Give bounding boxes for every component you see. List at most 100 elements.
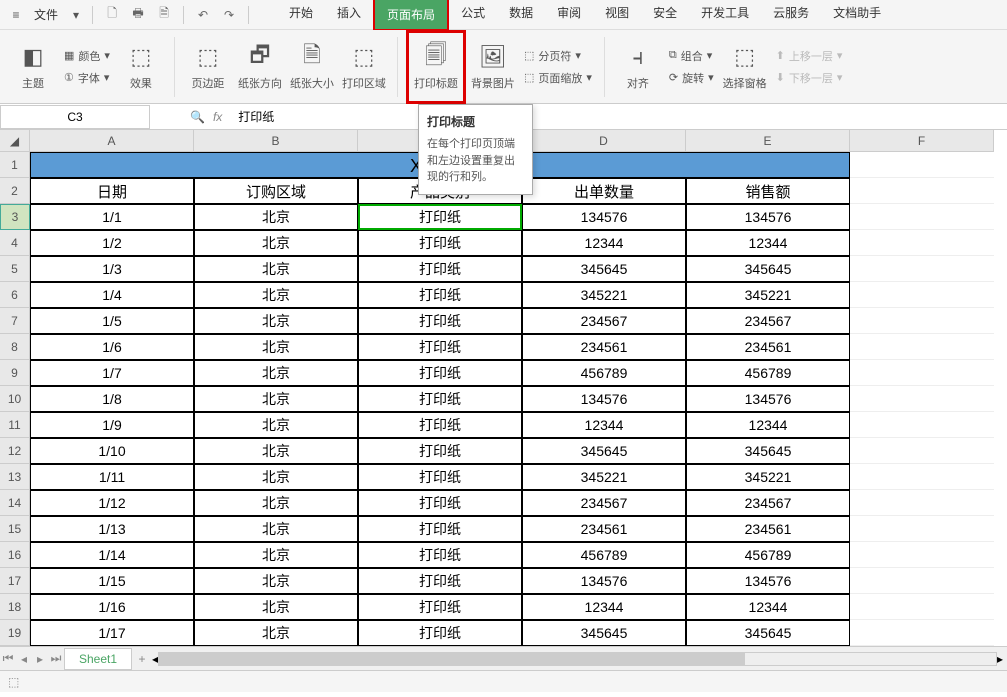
cell[interactable]: 1/17 — [30, 620, 194, 646]
bgpic-button[interactable]: 🖼背景图片 — [468, 35, 518, 99]
sheet-tab-sheet1[interactable]: Sheet1 — [64, 648, 132, 670]
col-header[interactable]: D — [522, 130, 686, 152]
selpane-button[interactable]: ⬚选择窗格 — [720, 35, 770, 99]
cell[interactable]: 134576 — [522, 386, 686, 412]
row-header[interactable]: 13 — [0, 464, 30, 490]
cell[interactable] — [850, 594, 994, 620]
cell[interactable]: 1/10 — [30, 438, 194, 464]
undo-icon[interactable]: ↶ — [192, 4, 214, 26]
tab-first-icon[interactable]: ⏮ — [0, 651, 16, 666]
cell[interactable]: 北京 — [194, 568, 358, 594]
cell[interactable] — [850, 282, 994, 308]
tab-next-icon[interactable]: ▸ — [32, 652, 48, 666]
dropdown-icon[interactable]: ▾ — [68, 7, 84, 23]
cell[interactable]: 打印纸 — [358, 412, 522, 438]
cell[interactable]: 345645 — [522, 256, 686, 282]
cell[interactable]: 北京 — [194, 464, 358, 490]
cell[interactable] — [850, 152, 994, 178]
cell[interactable]: 1/15 — [30, 568, 194, 594]
cell[interactable]: 1/11 — [30, 464, 194, 490]
cell[interactable] — [850, 360, 994, 386]
group-button[interactable]: ⧉组合▾ — [665, 46, 718, 66]
cell[interactable]: 打印纸 — [358, 334, 522, 360]
cell[interactable]: 12344 — [522, 230, 686, 256]
tab-home[interactable]: 开始 — [277, 0, 325, 31]
cell[interactable]: 12344 — [686, 230, 850, 256]
effect-button[interactable]: ⬚效果 — [116, 35, 166, 99]
cell[interactable]: 345221 — [686, 282, 850, 308]
cell[interactable]: 134576 — [686, 568, 850, 594]
cell[interactable]: 12344 — [686, 412, 850, 438]
cell[interactable]: 北京 — [194, 386, 358, 412]
cell[interactable]: 北京 — [194, 256, 358, 282]
cell[interactable]: 打印纸 — [358, 282, 522, 308]
tab-dev[interactable]: 开发工具 — [689, 0, 761, 31]
col-header[interactable]: B — [194, 130, 358, 152]
cell[interactable]: 1/13 — [30, 516, 194, 542]
col-header[interactable]: F — [850, 130, 994, 152]
cell[interactable]: 打印纸 — [358, 464, 522, 490]
cell[interactable]: 234561 — [522, 516, 686, 542]
fx-icon[interactable]: fx — [213, 110, 222, 124]
cell[interactable]: 1/16 — [30, 594, 194, 620]
cell[interactable]: 134576 — [686, 386, 850, 412]
cell[interactable]: 234561 — [522, 334, 686, 360]
cell[interactable] — [850, 464, 994, 490]
scroll-thumb[interactable] — [159, 653, 745, 665]
row-header[interactable]: 11 — [0, 412, 30, 438]
cell[interactable] — [850, 438, 994, 464]
cell[interactable]: 打印纸 — [358, 256, 522, 282]
cell[interactable]: 北京 — [194, 490, 358, 516]
row-header[interactable]: 14 — [0, 490, 30, 516]
row-header[interactable]: 19 — [0, 620, 30, 646]
tab-last-icon[interactable]: ⏭ — [48, 651, 64, 666]
add-sheet-icon[interactable]: + — [132, 652, 152, 666]
tab-pagelayout[interactable]: 页面布局 — [373, 0, 449, 31]
cell[interactable]: 打印纸 — [358, 490, 522, 516]
tab-security[interactable]: 安全 — [641, 0, 689, 31]
row-header[interactable]: 1 — [0, 152, 30, 178]
cell[interactable] — [850, 308, 994, 334]
cell[interactable]: 北京 — [194, 516, 358, 542]
cell[interactable]: 打印纸 — [358, 516, 522, 542]
cell[interactable]: 345221 — [522, 282, 686, 308]
cell[interactable]: 12344 — [522, 412, 686, 438]
color-button[interactable]: ▦颜色▾ — [60, 46, 114, 66]
cell[interactable]: 134576 — [522, 568, 686, 594]
cell[interactable]: 1/4 — [30, 282, 194, 308]
scale-button[interactable]: ⬚页面缩放▾ — [520, 68, 596, 88]
cell[interactable]: 134576 — [686, 204, 850, 230]
theme-button[interactable]: ◧主题 — [8, 35, 58, 99]
cell[interactable] — [850, 490, 994, 516]
cell[interactable]: 345221 — [686, 464, 850, 490]
cell[interactable]: 345645 — [686, 256, 850, 282]
name-box[interactable]: C3 — [0, 105, 150, 129]
row-header[interactable]: 15 — [0, 516, 30, 542]
print-icon[interactable]: 🖶 — [127, 4, 149, 26]
row-header[interactable]: 2 — [0, 178, 30, 204]
font-button[interactable]: ①字体▾ — [60, 68, 114, 88]
cell[interactable] — [850, 178, 994, 204]
cell[interactable]: 456789 — [686, 542, 850, 568]
row-header[interactable]: 3 — [0, 204, 30, 230]
row-header[interactable]: 12 — [0, 438, 30, 464]
cell[interactable]: 12344 — [522, 594, 686, 620]
redo-icon[interactable]: ↷ — [218, 4, 240, 26]
tab-dochelper[interactable]: 文档助手 — [821, 0, 893, 31]
file-menu[interactable]: 文件 — [28, 6, 64, 23]
cell[interactable]: 456789 — [522, 360, 686, 386]
formula-input[interactable]: 打印纸 — [230, 105, 1007, 129]
tab-view[interactable]: 视图 — [593, 0, 641, 31]
cell[interactable]: 345645 — [522, 620, 686, 646]
rotate-button[interactable]: ⟳旋转▾ — [665, 68, 718, 88]
cell[interactable]: 北京 — [194, 282, 358, 308]
cell[interactable]: 234567 — [522, 490, 686, 516]
cell[interactable] — [850, 412, 994, 438]
tab-data[interactable]: 数据 — [497, 0, 545, 31]
cell[interactable]: 1/3 — [30, 256, 194, 282]
cell[interactable] — [850, 334, 994, 360]
header-cell[interactable]: 订购区域 — [194, 178, 358, 204]
cell[interactable] — [850, 516, 994, 542]
cell[interactable]: 234567 — [686, 490, 850, 516]
cell[interactable]: 北京 — [194, 542, 358, 568]
